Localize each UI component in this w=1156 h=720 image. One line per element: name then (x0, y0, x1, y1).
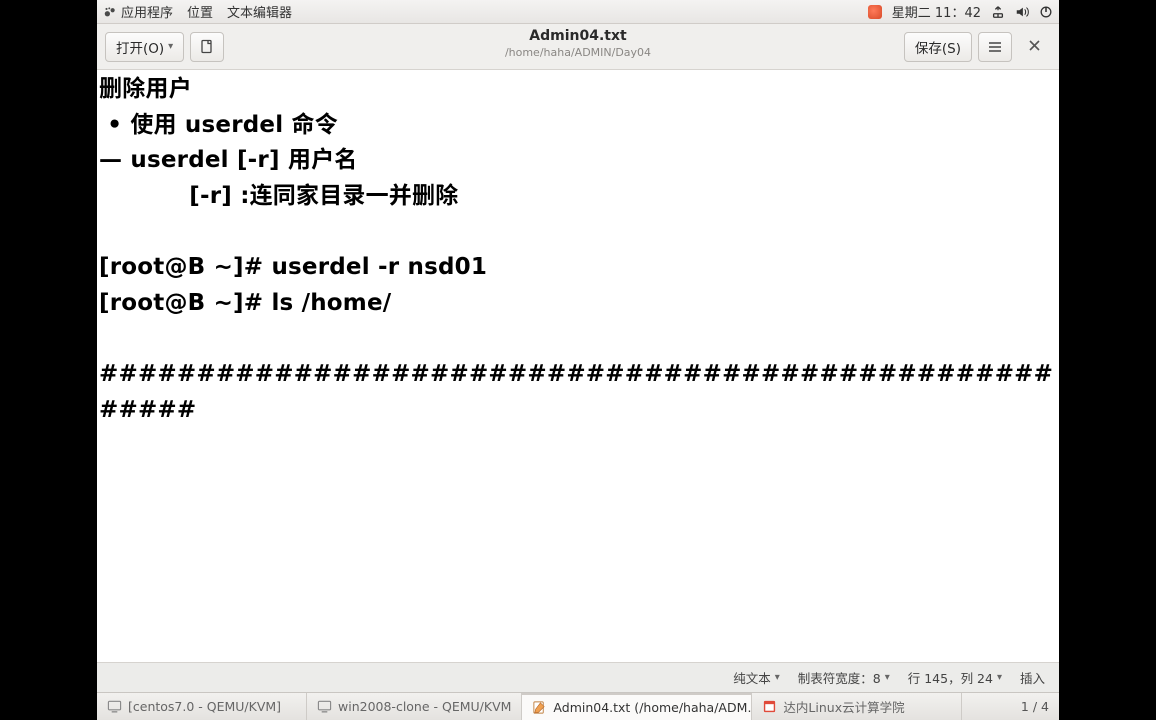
applications-menu[interactable]: 应用程序 (103, 2, 173, 21)
open-button-label: 打开(O) (116, 37, 164, 57)
taskbar-item-vm1[interactable]: [centos7.0 - QEMU/KVM] (97, 693, 307, 720)
pager-separator: / (1029, 699, 1041, 714)
save-button-label: 保存(S) (915, 37, 961, 57)
hamburger-icon (987, 39, 1003, 55)
document-path: /home/haha/ADMIN/Day04 (505, 46, 651, 60)
editor-icon (532, 700, 547, 715)
open-button[interactable]: 打开(O) ▾ (105, 32, 184, 62)
close-icon (1028, 39, 1041, 52)
save-button[interactable]: 保存(S) (904, 32, 972, 62)
editor-toolbar: 打开(O) ▾ Admin04.txt /home/haha/ADMIN/Day… (97, 24, 1059, 70)
tab-width-label: 制表符宽度：8 (798, 668, 881, 687)
volume-icon[interactable] (1015, 5, 1029, 19)
footprint-icon (103, 5, 117, 19)
document-title: Admin04.txt (505, 28, 651, 46)
network-icon[interactable] (991, 5, 1005, 19)
pager-current: 1 (1021, 699, 1029, 714)
taskbar-item-label: 达内Linux云计算学院 (783, 697, 904, 716)
status-bar: 纯文本 ▾ 制表符宽度：8 ▾ 行 145，列 24 ▾ 插入 (97, 662, 1059, 692)
editor-content[interactable]: 删除用户 • 使用 userdel 命令 — userdel [-r] 用户名 … (97, 70, 1059, 662)
new-document-button[interactable] (190, 32, 224, 62)
pager-total: 4 (1041, 699, 1049, 714)
monitor-icon (317, 699, 332, 714)
gnome-topbar: 应用程序 位置 文本编辑器 星期二 11：42 (97, 0, 1059, 24)
taskbar-item-vm2[interactable]: win2008-clone - QEMU/KVM (307, 693, 522, 720)
chevron-down-icon: ▾ (168, 41, 173, 52)
monitor-icon (107, 699, 122, 714)
tab-width-selector[interactable]: 制表符宽度：8 ▾ (798, 668, 890, 687)
chevron-down-icon: ▾ (997, 672, 1002, 683)
syntax-label: 纯文本 (733, 668, 771, 687)
workspace-pager[interactable]: 1 / 4 (1011, 693, 1059, 720)
taskbar-item-editor[interactable]: Admin04.txt (/home/haha/ADM… (522, 693, 752, 720)
new-doc-icon (199, 39, 215, 55)
taskbar-item-label: Admin04.txt (/home/haha/ADM… (553, 700, 752, 715)
browser-icon (762, 699, 777, 714)
places-menu[interactable]: 位置 (187, 2, 213, 21)
taskbar: [centos7.0 - QEMU/KVM] win2008-clone - Q… (97, 692, 1059, 720)
title-area: Admin04.txt /home/haha/ADMIN/Day04 (505, 28, 651, 59)
current-app-name[interactable]: 文本编辑器 (227, 2, 292, 21)
window-close-button[interactable] (1018, 32, 1051, 62)
cursor-position[interactable]: 行 145，列 24 ▾ (908, 668, 1002, 687)
clock-label[interactable]: 星期二 11：42 (892, 2, 981, 21)
insert-mode-label[interactable]: 插入 (1020, 668, 1045, 687)
taskbar-item-label: win2008-clone - QEMU/KVM (338, 699, 511, 714)
power-icon[interactable] (1039, 5, 1053, 19)
applications-label: 应用程序 (121, 2, 173, 21)
taskbar-item-browser[interactable]: 达内Linux云计算学院 (752, 693, 962, 720)
taskbar-item-label: [centos7.0 - QEMU/KVM] (128, 699, 281, 714)
syntax-selector[interactable]: 纯文本 ▾ (733, 668, 780, 687)
update-notifier-icon[interactable] (868, 5, 882, 19)
hamburger-menu-button[interactable] (978, 32, 1012, 62)
chevron-down-icon: ▾ (885, 672, 890, 683)
cursor-position-label: 行 145，列 24 (908, 668, 993, 687)
chevron-down-icon: ▾ (775, 672, 780, 683)
